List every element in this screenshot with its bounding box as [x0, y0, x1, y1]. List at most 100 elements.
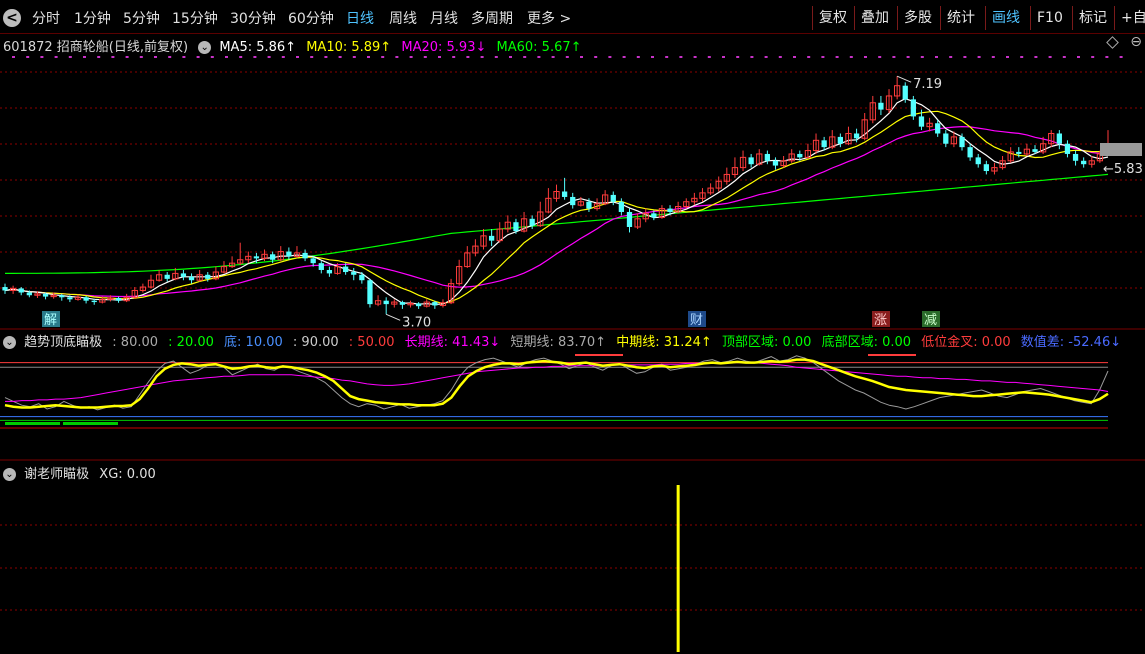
candle-body: [115, 297, 122, 301]
top-marker-dot: [480, 56, 484, 58]
candle-body: [59, 295, 65, 298]
top-marker-dot: [239, 56, 243, 58]
top-marker-dot: [352, 56, 356, 58]
candle-body: [764, 153, 771, 161]
candle-body: [351, 272, 357, 275]
top-marker-dot: [707, 56, 711, 58]
top-marker-dot: [849, 56, 853, 58]
candle-body: [83, 297, 89, 301]
top-marker-dot: [892, 56, 896, 58]
candle-body: [180, 273, 187, 277]
candle-body: [837, 136, 843, 144]
candle-body: [91, 300, 97, 303]
candle-body: [67, 297, 73, 300]
top-marker-dot: [83, 56, 86, 58]
top-marker-dot: [821, 56, 825, 58]
candle-body: [432, 302, 438, 306]
candle-body: [1081, 160, 1087, 165]
top-marker-dot: [310, 56, 314, 58]
top-marker-dot: [225, 56, 228, 58]
chart-canvas[interactable]: 7.19 3.70 ←5.83 - 解 财 涨 减: [0, 0, 1145, 654]
candle-body: [399, 302, 406, 305]
top-marker-dot: [523, 56, 527, 58]
candle-body: [610, 194, 616, 202]
last-price-box: [1100, 143, 1142, 156]
top-marker-dot: [949, 56, 953, 58]
candle-body: [667, 208, 673, 212]
candle-body: [975, 157, 981, 165]
top-marker-dot: [622, 56, 626, 58]
candle-body: [302, 252, 308, 259]
top-marker-dot: [381, 56, 385, 58]
last-price-label: ←5.83 -: [1103, 162, 1145, 177]
top-marker-dot: [580, 56, 583, 58]
candle-body: [26, 292, 32, 296]
candle-body: [2, 287, 8, 291]
top-marker-dot: [281, 56, 285, 58]
candle-body: [205, 274, 211, 279]
top-marker-dot: [68, 56, 72, 58]
ind1-magenta-line: [5, 362, 1109, 402]
top-marker-dot: [1048, 56, 1052, 58]
event-label: 涨: [874, 313, 887, 328]
high-label: 7.19: [913, 77, 942, 92]
top-marker-dot: [906, 56, 910, 58]
top-marker-dot: [1105, 56, 1109, 58]
top-marker-dot: [807, 56, 811, 58]
ma10-line: [4, 110, 1109, 305]
event-label: 解: [44, 313, 57, 328]
top-marker-dot: [991, 56, 995, 58]
top-marker-dot: [1119, 56, 1123, 58]
top-marker-dot: [793, 56, 796, 58]
candle-body: [253, 256, 260, 259]
top-marker-dot: [736, 56, 740, 58]
top-marker-dot: [750, 56, 754, 58]
top-marker-dot: [452, 56, 456, 58]
top-marker-dot: [409, 56, 413, 58]
top-marker-dot: [253, 56, 257, 58]
candle-body: [821, 140, 827, 148]
top-marker-dot: [977, 56, 981, 58]
top-marker-dot: [963, 56, 967, 58]
top-marker-dot: [651, 56, 654, 58]
top-marker-dot: [324, 56, 328, 58]
candle-body: [488, 235, 495, 241]
top-marker-dot: [551, 56, 555, 58]
top-marker-dot: [693, 56, 697, 58]
candle-body: [878, 102, 884, 110]
candle-body: [513, 222, 519, 232]
top-marker-dot: [1077, 56, 1080, 58]
top-marker-dot: [154, 56, 157, 58]
top-marker-dot: [125, 56, 129, 58]
candle-body: [651, 213, 657, 218]
candle-body: [772, 160, 779, 166]
top-marker-dot: [26, 56, 30, 58]
candle-body: [18, 288, 24, 293]
candle-body: [1016, 151, 1022, 154]
top-marker-dot: [665, 56, 669, 58]
candle-body: [561, 191, 568, 197]
top-marker-dot: [40, 56, 44, 58]
candle-body: [1072, 153, 1079, 161]
candle-body: [797, 153, 803, 158]
top-marker-dot: [367, 56, 370, 58]
candle-body: [983, 164, 989, 172]
candle-body: [967, 147, 973, 158]
candle-body: [318, 263, 324, 270]
top-marker-dot: [935, 56, 938, 58]
candle-body: [1056, 133, 1062, 144]
candle-body: [570, 196, 576, 206]
top-marker-dot: [423, 56, 427, 58]
top-marker-dot: [878, 56, 882, 58]
top-marker-dot: [139, 56, 143, 58]
top-marker-dot: [296, 56, 299, 58]
high-pointer: [896, 75, 912, 83]
candle-body: [626, 211, 633, 227]
candle-body: [618, 201, 625, 212]
top-marker-dot: [494, 56, 498, 58]
candle-body: [383, 300, 389, 305]
top-marker-dot: [111, 56, 115, 58]
candle-body: [1032, 149, 1038, 152]
top-marker-dot: [764, 56, 768, 58]
top-marker-dot: [608, 56, 612, 58]
